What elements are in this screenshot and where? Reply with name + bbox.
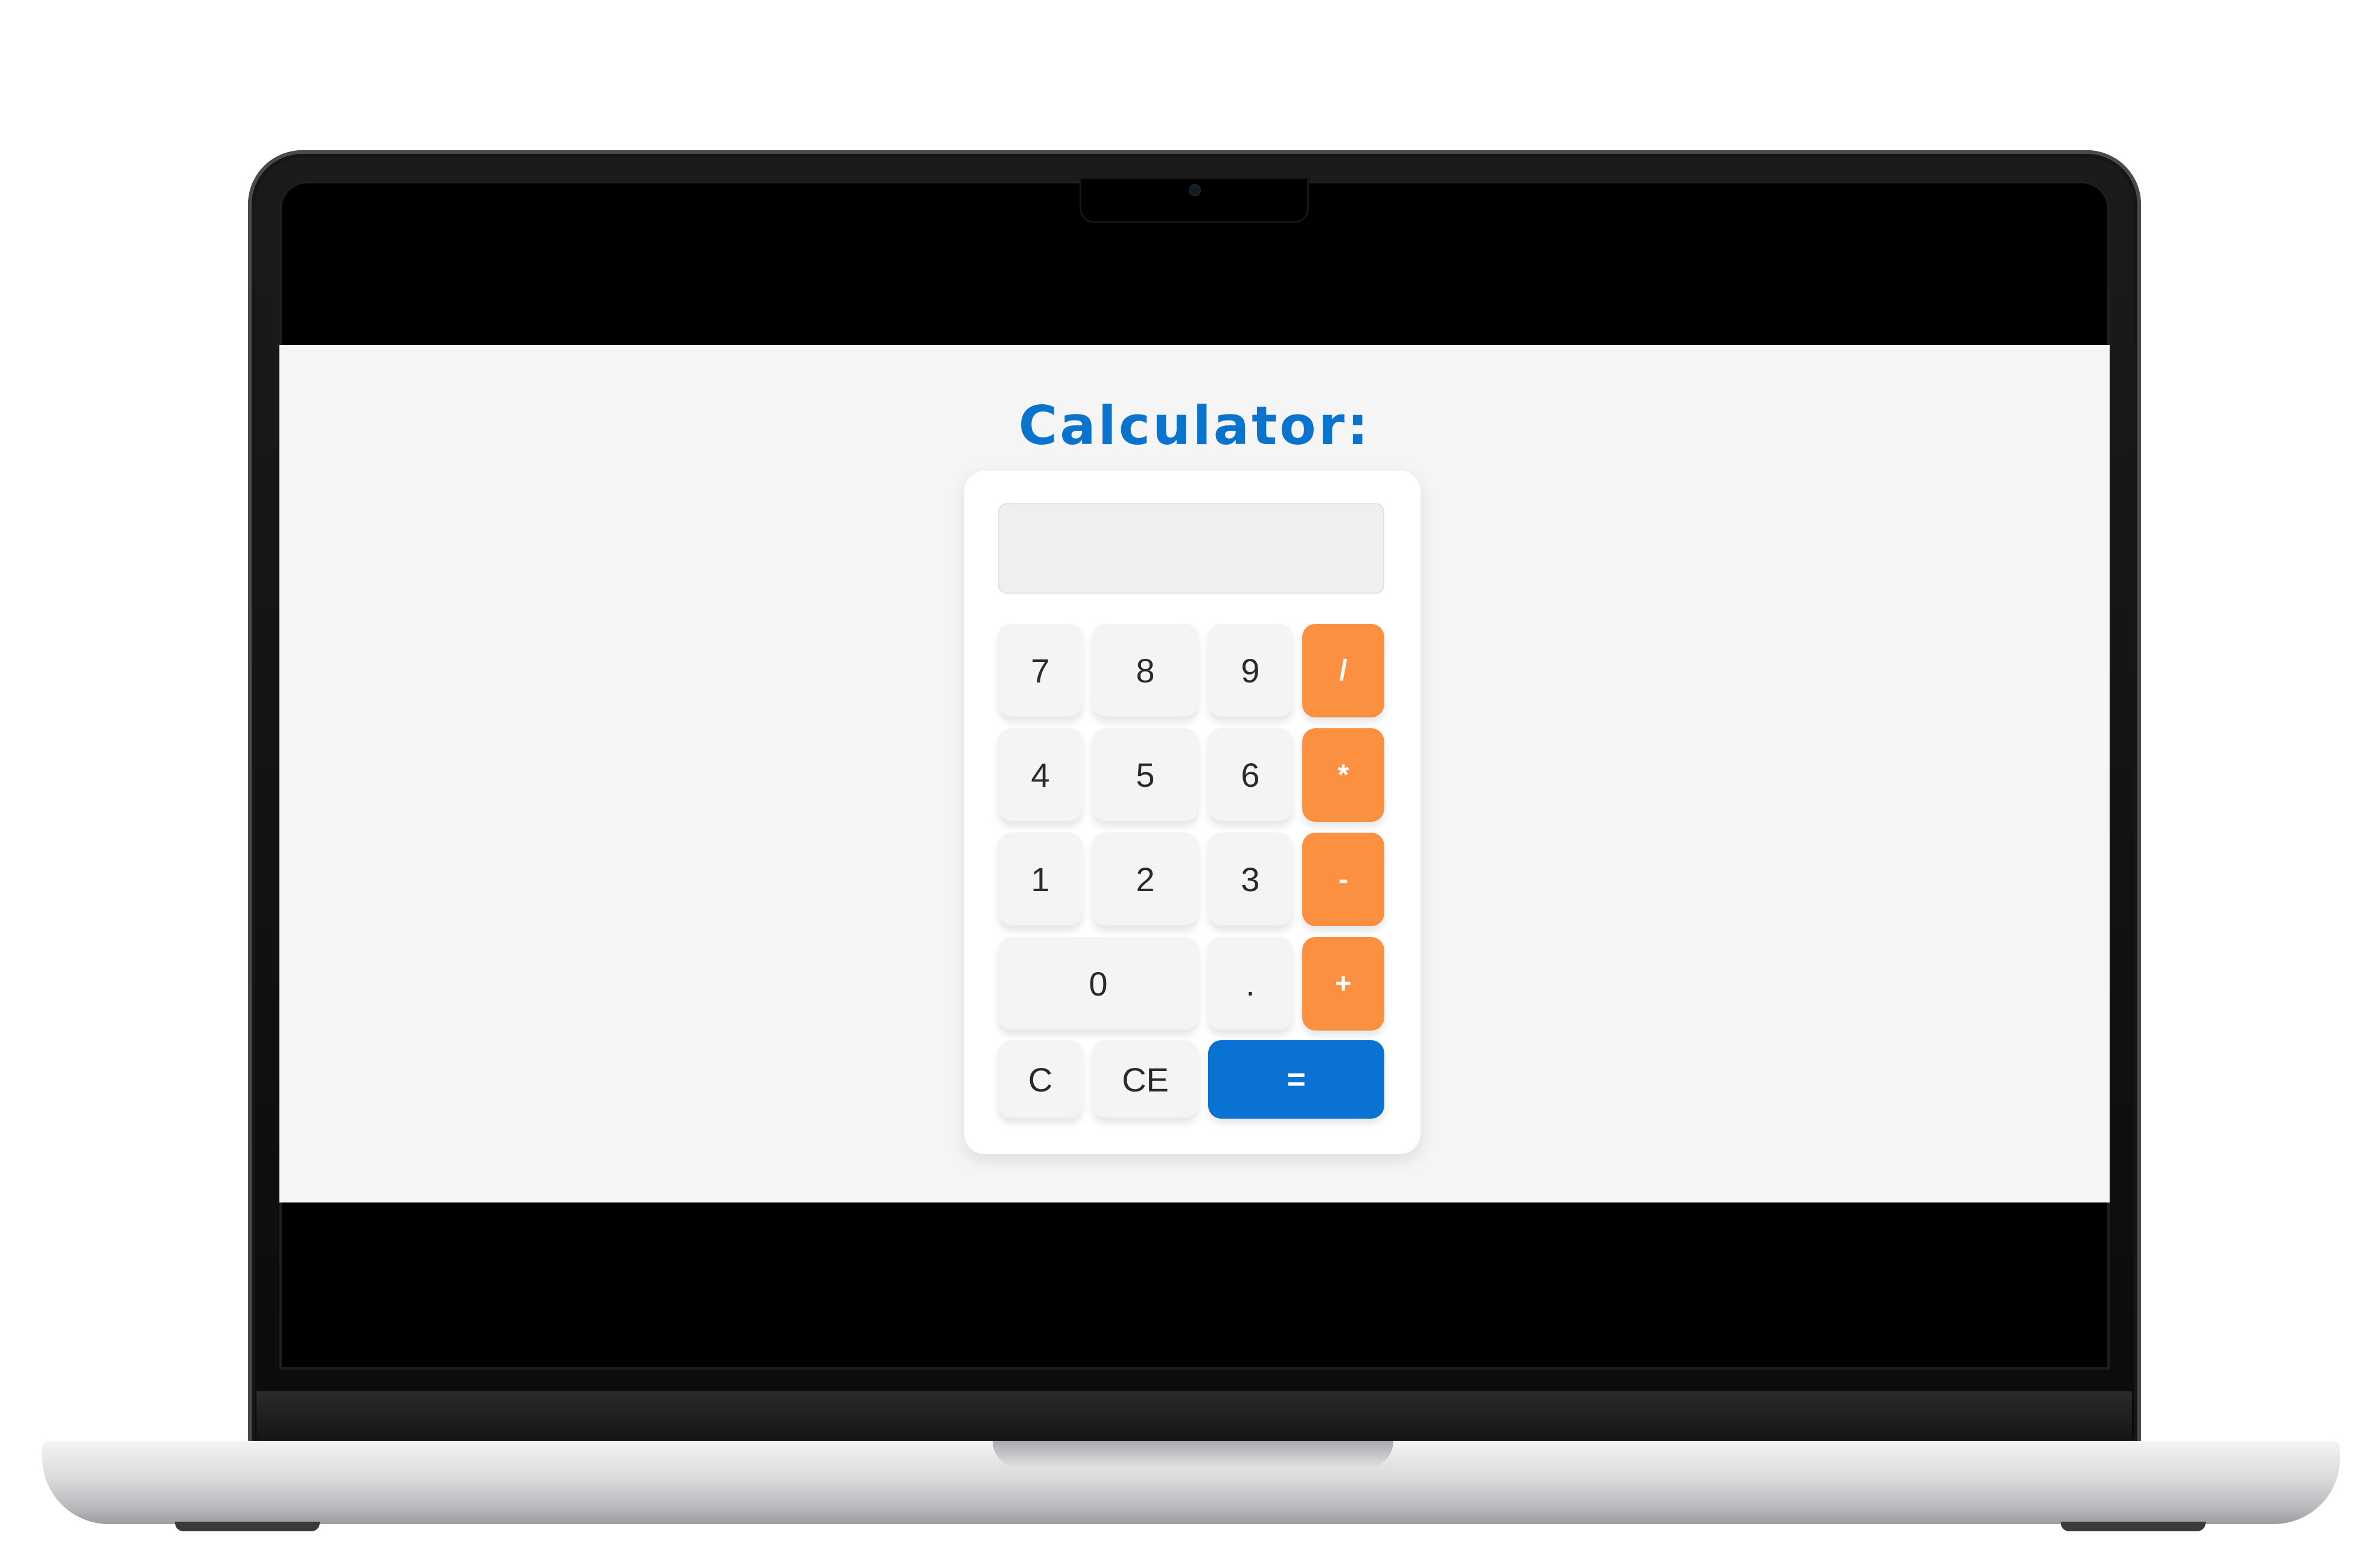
laptop-foot-left [175, 1522, 320, 1531]
key-4[interactable]: 4 [998, 728, 1083, 822]
laptop-foot-right [2061, 1522, 2206, 1531]
equals-button[interactable]: = [1208, 1040, 1384, 1119]
key-add[interactable]: + [1302, 937, 1384, 1031]
page-title: Calculator: [1018, 395, 1371, 457]
key-7[interactable]: 7 [998, 624, 1083, 717]
laptop-thumb-notch [993, 1441, 1393, 1469]
key-5[interactable]: 5 [1092, 728, 1198, 822]
key-divide[interactable]: / [1302, 624, 1384, 717]
calculator-display[interactable] [998, 503, 1384, 594]
browser-viewport: Calculator: 7 8 9 / 4 5 6 * 1 2 3 - 0 . … [279, 345, 2110, 1202]
key-0[interactable]: 0 [998, 937, 1198, 1031]
key-decimal[interactable]: . [1208, 937, 1293, 1031]
key-3[interactable]: 3 [1208, 833, 1293, 926]
clear-entry-button[interactable]: CE [1092, 1040, 1198, 1119]
key-subtract[interactable]: - [1302, 833, 1384, 926]
key-2[interactable]: 2 [1092, 833, 1198, 926]
clear-button[interactable]: C [998, 1040, 1083, 1119]
key-6[interactable]: 6 [1208, 728, 1293, 822]
camera-icon [1189, 184, 1201, 196]
key-multiply[interactable]: * [1302, 728, 1384, 822]
key-9[interactable]: 9 [1208, 624, 1293, 717]
key-1[interactable]: 1 [998, 833, 1083, 926]
laptop-hinge [256, 1391, 2132, 1441]
key-8[interactable]: 8 [1092, 624, 1198, 717]
calculator-panel: 7 8 9 / 4 5 6 * 1 2 3 - 0 . + C CE = [964, 471, 1421, 1154]
